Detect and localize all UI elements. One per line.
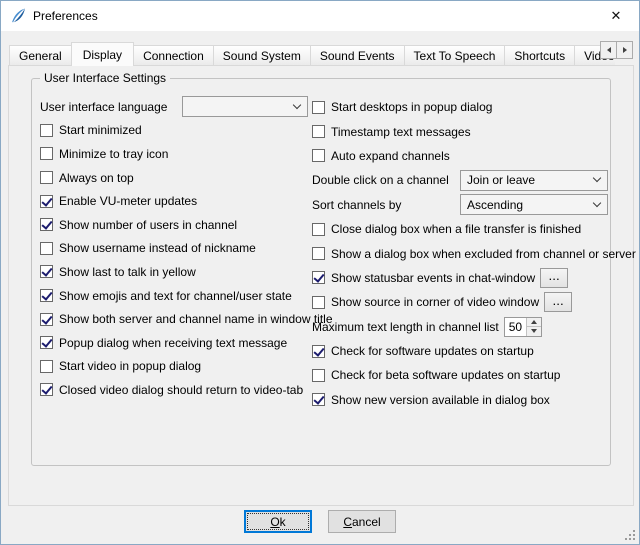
- arrow-left-icon: [607, 47, 611, 53]
- checkbox-box[interactable]: [40, 265, 53, 278]
- window-title: Preferences: [33, 9, 98, 23]
- checkbox-box[interactable]: [40, 360, 53, 373]
- checkbox-last-talk-yellow[interactable]: Show last to talk in yellow: [40, 260, 308, 284]
- checkbox-enable-vu-meter[interactable]: Enable VU-meter updates: [40, 189, 308, 213]
- right-column: Start desktops in popup dialog Timestamp…: [312, 95, 608, 412]
- checkbox-box[interactable]: [40, 195, 53, 208]
- checkbox-new-version-dialog[interactable]: Show new version available in dialog box: [312, 388, 608, 412]
- checkbox-server-channel-title[interactable]: Show both server and channel name in win…: [40, 307, 308, 331]
- max-text-length-spinner[interactable]: 50: [504, 317, 542, 337]
- app-icon: [10, 8, 26, 24]
- tab-sound-events[interactable]: Sound Events: [310, 45, 405, 66]
- cancel-button[interactable]: Cancel: [328, 510, 396, 533]
- checkbox-statusbar-events[interactable]: [312, 271, 325, 284]
- tab-text-to-speech[interactable]: Text To Speech: [404, 45, 506, 66]
- checkbox-popup-text-message[interactable]: Popup dialog when receiving text message: [40, 331, 308, 355]
- checkbox-box[interactable]: [312, 247, 325, 260]
- close-icon: ✕: [611, 8, 622, 24]
- checkbox-box[interactable]: [40, 289, 53, 302]
- checkbox-close-filetransfer-dialog[interactable]: Close dialog box when a file transfer is…: [312, 217, 608, 241]
- tab-general[interactable]: General: [9, 45, 72, 66]
- double-click-label: Double click on a channel: [312, 173, 449, 187]
- checkbox-minimize-to-tray[interactable]: Minimize to tray icon: [40, 142, 308, 166]
- ok-button[interactable]: Ok: [244, 510, 312, 533]
- checkbox-box[interactable]: [40, 242, 53, 255]
- checkbox-box[interactable]: [40, 383, 53, 396]
- checkbox-show-emojis[interactable]: Show emojis and text for channel/user st…: [40, 284, 308, 308]
- user-interface-settings-group: User Interface Settings User interface l…: [31, 78, 611, 466]
- video-source-row: Show source in corner of video window ..…: [312, 290, 608, 314]
- arrow-up-icon: [531, 320, 537, 324]
- checkbox-check-beta-updates[interactable]: Check for beta software updates on start…: [312, 363, 608, 387]
- sort-channels-dropdown[interactable]: Ascending: [460, 194, 608, 215]
- checkbox-desktops-popup[interactable]: Start desktops in popup dialog: [312, 95, 608, 119]
- checkbox-box[interactable]: [312, 125, 325, 138]
- chevron-down-icon: [593, 199, 601, 207]
- double-click-channel-dropdown[interactable]: Join or leave: [460, 170, 608, 191]
- checkbox-box[interactable]: [312, 223, 325, 236]
- language-dropdown[interactable]: [182, 96, 308, 117]
- arrow-right-icon: [623, 47, 627, 53]
- max-text-length-label: Maximum text length in channel list: [312, 320, 499, 334]
- tab-display[interactable]: Display: [71, 42, 134, 66]
- checkbox-box[interactable]: [312, 393, 325, 406]
- checkbox-box[interactable]: [312, 101, 325, 114]
- sort-channels-label: Sort channels by: [312, 198, 401, 212]
- tab-connection[interactable]: Connection: [133, 45, 214, 66]
- chevron-down-icon: [593, 174, 601, 182]
- group-title: User Interface Settings: [40, 71, 170, 85]
- checkbox-show-user-count[interactable]: Show number of users in channel: [40, 213, 308, 237]
- close-button[interactable]: ✕: [593, 1, 639, 31]
- preferences-window: Preferences ✕ General Display Connection…: [0, 0, 640, 545]
- dialog-buttons: Ok Cancel: [1, 510, 639, 533]
- checkbox-box[interactable]: [312, 345, 325, 358]
- double-click-row: Double click on a channel Join or leave: [312, 168, 608, 192]
- checkbox-start-minimized[interactable]: Start minimized: [40, 119, 308, 143]
- checkbox-timestamp-messages[interactable]: Timestamp text messages: [312, 119, 608, 143]
- checkbox-box[interactable]: [40, 147, 53, 160]
- checkbox-video-popup[interactable]: Start video in popup dialog: [40, 355, 308, 379]
- checkbox-always-on-top[interactable]: Always on top: [40, 166, 308, 190]
- spinner-up-button[interactable]: [527, 318, 541, 328]
- checkbox-box[interactable]: [40, 171, 53, 184]
- checkbox-video-source-corner[interactable]: [312, 296, 325, 309]
- checkbox-video-return-tab[interactable]: Closed video dialog should return to vid…: [40, 378, 308, 402]
- checkbox-check-updates[interactable]: Check for software updates on startup: [312, 339, 608, 363]
- checkbox-box[interactable]: [312, 149, 325, 162]
- checkbox-box[interactable]: [40, 218, 53, 231]
- statusbar-events-row: Show statusbar events in chat-window ...: [312, 266, 608, 290]
- tab-bar: General Display Connection Sound System …: [9, 41, 615, 66]
- checkbox-excluded-dialog[interactable]: Show a dialog box when excluded from cha…: [312, 241, 608, 265]
- sort-channels-row: Sort channels by Ascending: [312, 193, 608, 217]
- titlebar: Preferences ✕: [1, 1, 639, 31]
- tab-scroll-left-button[interactable]: [600, 41, 617, 59]
- max-text-length-row: Maximum text length in channel list 50: [312, 315, 608, 339]
- language-row: User interface language: [40, 95, 308, 119]
- spinner-down-button[interactable]: [527, 327, 541, 336]
- checkbox-box[interactable]: [40, 124, 53, 137]
- language-label: User interface language: [40, 100, 167, 114]
- tab-sound-system[interactable]: Sound System: [213, 45, 311, 66]
- checkbox-show-username[interactable]: Show username instead of nickname: [40, 237, 308, 261]
- video-source-browse-button[interactable]: ...: [544, 292, 572, 312]
- display-tab-page: User Interface Settings User interface l…: [8, 65, 634, 506]
- checkbox-box[interactable]: [312, 369, 325, 382]
- checkbox-auto-expand-channels[interactable]: Auto expand channels: [312, 144, 608, 168]
- tab-shortcuts[interactable]: Shortcuts: [504, 45, 575, 66]
- tab-scroll-control: [600, 41, 633, 59]
- left-column: User interface language Start minimized …: [40, 95, 308, 402]
- chevron-down-icon: [293, 101, 301, 109]
- arrow-down-icon: [531, 329, 537, 333]
- statusbar-events-browse-button[interactable]: ...: [540, 268, 568, 288]
- checkbox-box[interactable]: [40, 313, 53, 326]
- checkbox-box[interactable]: [40, 336, 53, 349]
- tab-scroll-right-button[interactable]: [616, 41, 633, 59]
